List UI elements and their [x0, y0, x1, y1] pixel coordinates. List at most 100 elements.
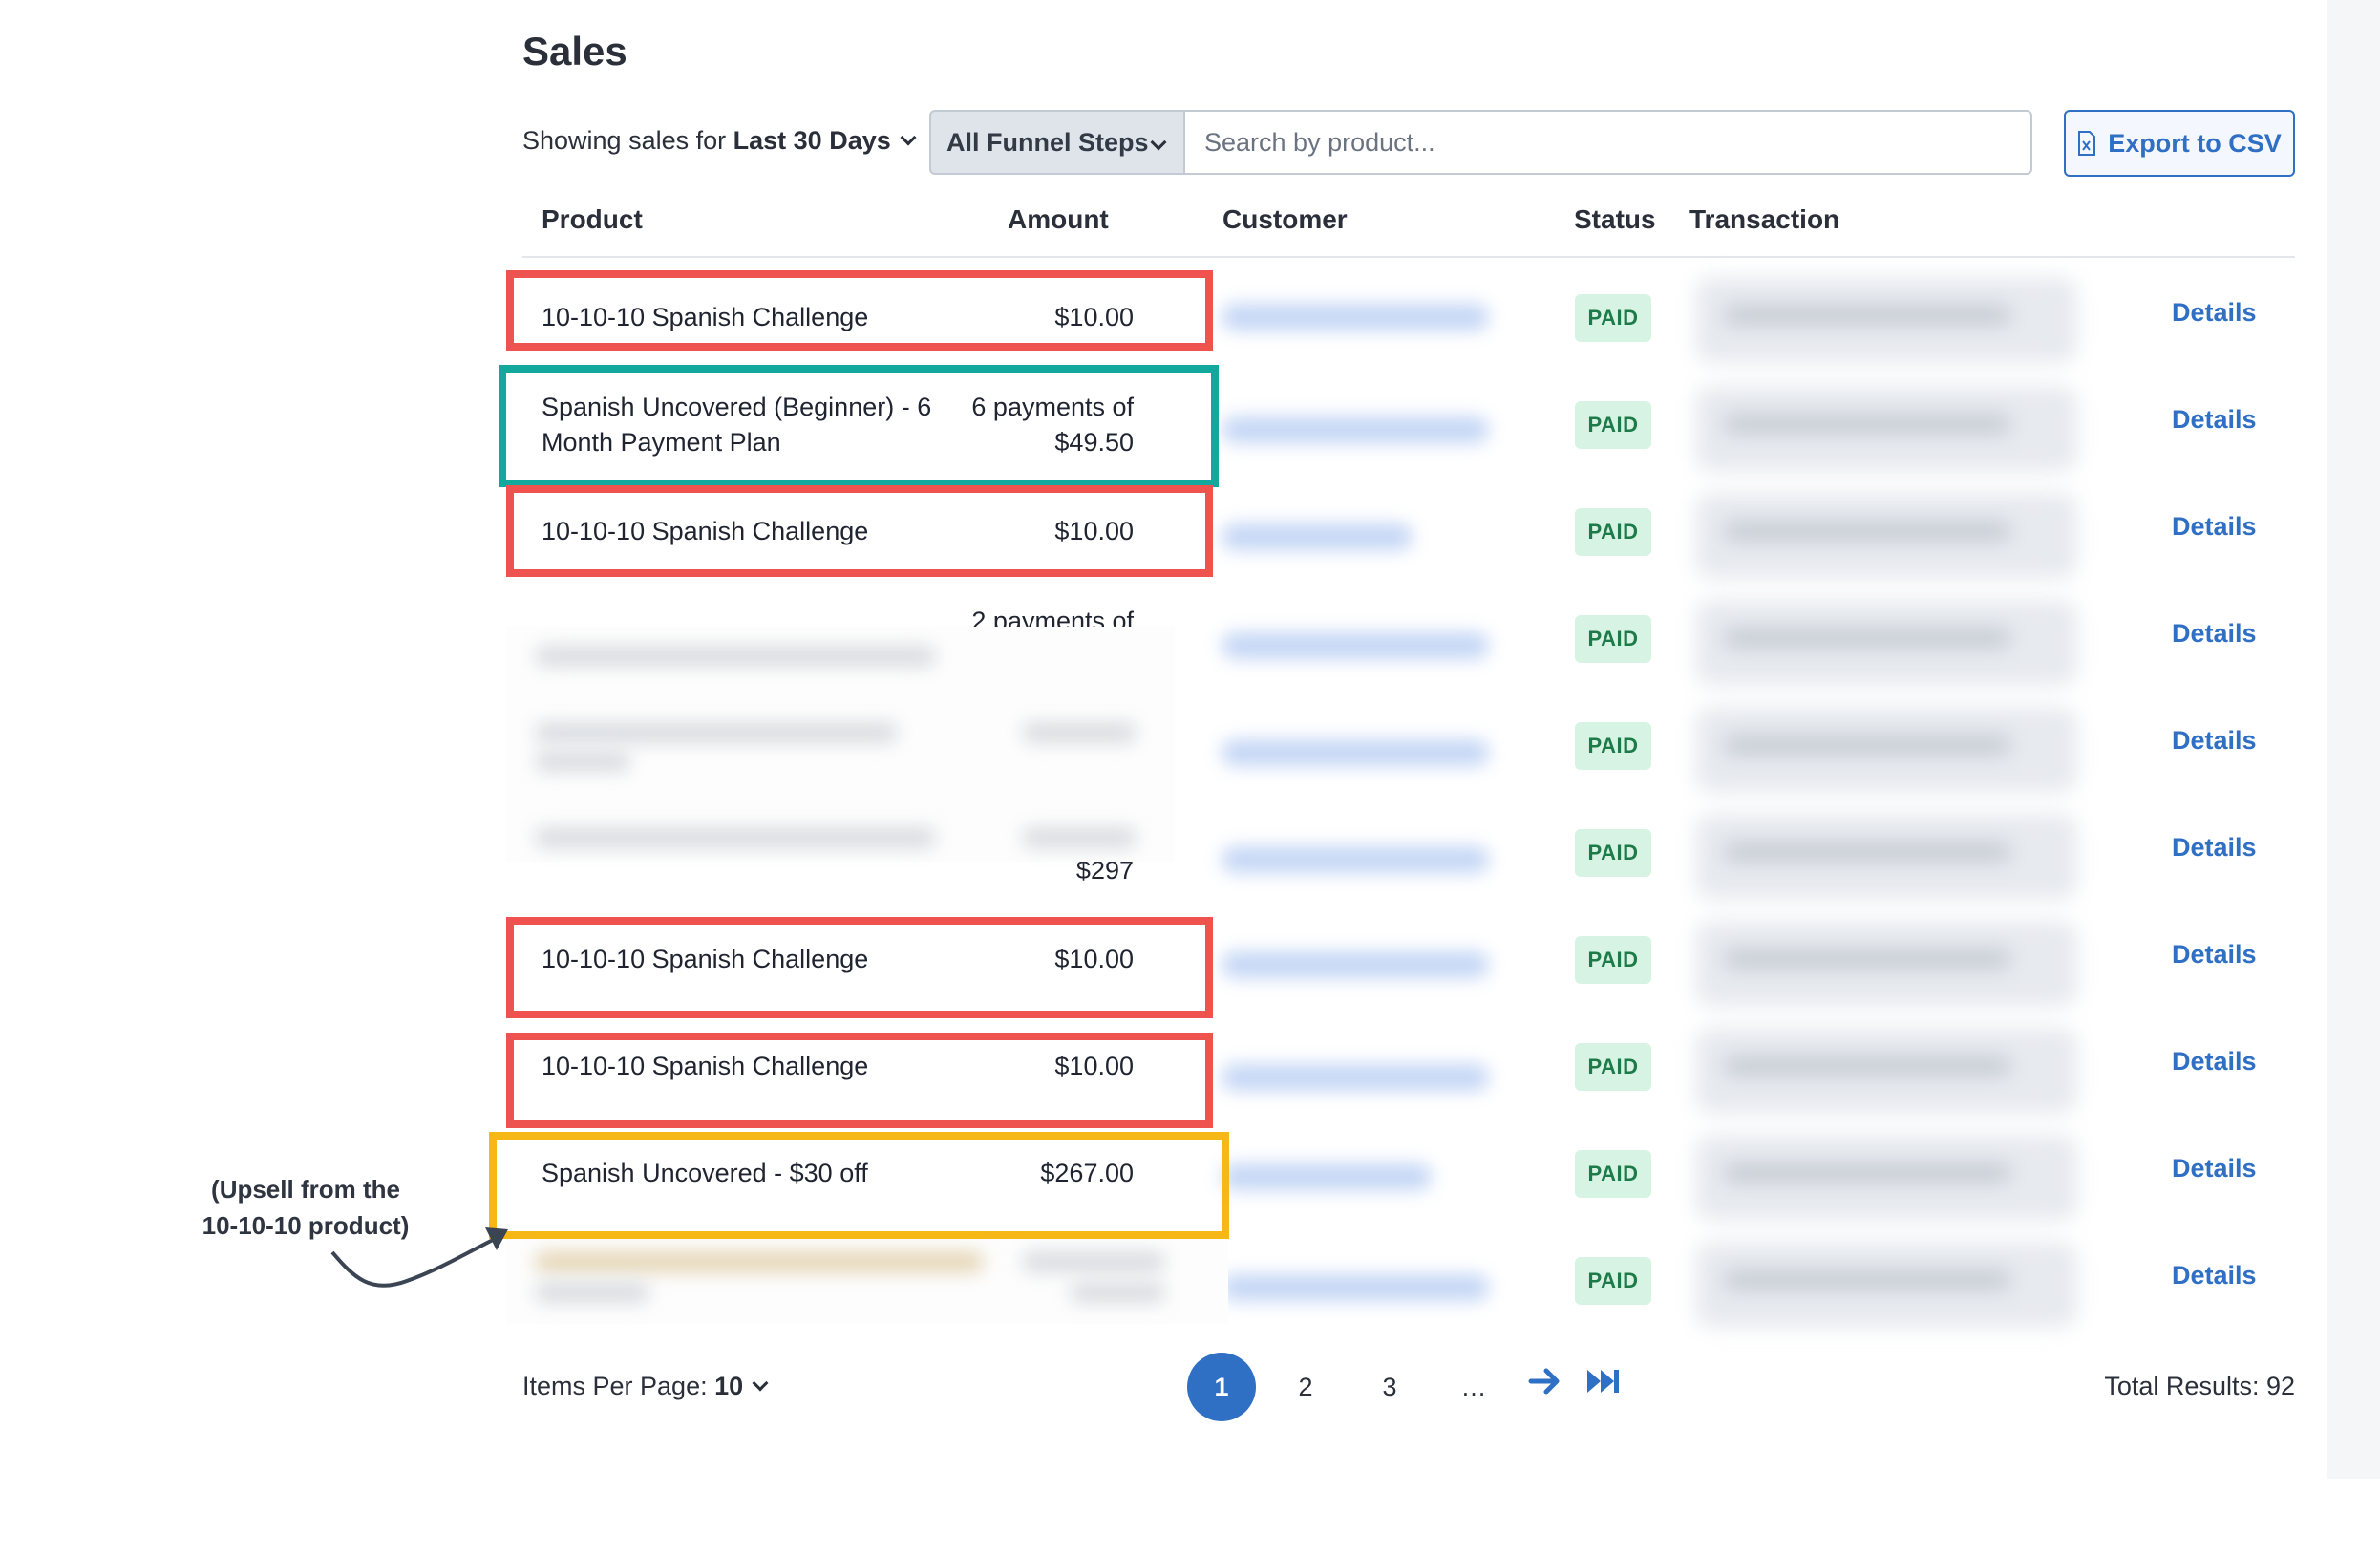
- annotation-arrow-icon: [330, 1227, 508, 1288]
- customer-redacted: [1222, 739, 1489, 766]
- header-amount[interactable]: Amount: [1008, 204, 1109, 235]
- status-badge: PAID: [1575, 1257, 1651, 1305]
- details-link[interactable]: Details: [2172, 1261, 2257, 1290]
- transaction-redacted: [1695, 1028, 2077, 1114]
- chevron-down-icon: [1150, 134, 1167, 151]
- redacted-text: [1022, 1251, 1165, 1272]
- items-per-page-value: 10: [714, 1372, 744, 1400]
- status-badge: PAID: [1575, 936, 1651, 984]
- redacted-text: [535, 1251, 984, 1272]
- redacted-text: [1022, 827, 1137, 848]
- funnel-steps-value: All Funnel Steps: [946, 127, 1149, 157]
- transaction-redacted: [1695, 386, 2077, 472]
- skip-to-end-icon[interactable]: [1584, 1362, 1623, 1400]
- export-csv-label: Export to CSV: [2108, 128, 2282, 158]
- customer-redacted: [1222, 846, 1489, 873]
- redacted-text: [1022, 722, 1137, 743]
- status-badge: PAID: [1575, 615, 1651, 663]
- redacted-text: [535, 1282, 649, 1303]
- customer-redacted: [1222, 304, 1489, 331]
- redacted-text: [1070, 1282, 1165, 1303]
- table-row[interactable]: Spanish Uncovered (Beginner) - 6 Month P…: [522, 380, 2295, 487]
- details-link[interactable]: Details: [2172, 1047, 2257, 1077]
- customer-redacted: [1222, 1163, 1432, 1190]
- transaction-redacted: [1695, 1135, 2077, 1221]
- customer-redacted: [1222, 1274, 1489, 1301]
- amount: $10.00: [1054, 517, 1134, 545]
- csv-file-icon: [2078, 131, 2096, 156]
- header-customer[interactable]: Customer: [1222, 204, 1348, 235]
- details-link[interactable]: Details: [2172, 940, 2257, 970]
- transaction-redacted: [1695, 493, 2077, 579]
- amount-line-2: $49.50: [1054, 428, 1134, 457]
- header-status[interactable]: Status: [1574, 204, 1656, 235]
- page-button-2[interactable]: 2: [1271, 1353, 1340, 1421]
- details-link[interactable]: Details: [2172, 833, 2257, 863]
- items-per-page-label: Items Per Page:: [522, 1372, 708, 1400]
- chevron-down-icon: [752, 1375, 769, 1392]
- redaction-overlay: [506, 627, 1175, 862]
- showing-prefix: Showing sales for: [522, 126, 727, 155]
- customer-redacted: [1222, 1064, 1489, 1091]
- page-ellipsis: …: [1460, 1372, 1487, 1401]
- funnel-steps-select[interactable]: All Funnel Steps: [929, 110, 1185, 175]
- details-link[interactable]: Details: [2172, 512, 2257, 542]
- page-title: Sales: [522, 29, 627, 74]
- items-per-page-selector[interactable]: Items Per Page: 10: [522, 1372, 769, 1401]
- amount-line-1: 6 payments of: [971, 393, 1134, 421]
- status-badge: PAID: [1575, 1150, 1651, 1198]
- transaction-redacted: [1695, 814, 2077, 900]
- transaction-redacted: [1695, 707, 2077, 793]
- details-link[interactable]: Details: [2172, 298, 2257, 328]
- export-csv-button[interactable]: Export to CSV: [2064, 110, 2295, 177]
- table-row[interactable]: Spanish Uncovered - $30 off $267.00 PAID…: [522, 1129, 2295, 1236]
- details-link[interactable]: Details: [2172, 619, 2257, 649]
- amount: 6 payments of $49.50: [924, 390, 1134, 460]
- details-link[interactable]: Details: [2172, 726, 2257, 756]
- arrow-right-icon[interactable]: [1525, 1362, 1563, 1400]
- redacted-text: [535, 751, 630, 772]
- total-results: Total Results: 92: [2104, 1372, 2295, 1400]
- transaction-redacted: [1695, 1242, 2077, 1328]
- status-badge: PAID: [1575, 1043, 1651, 1091]
- product-name: Spanish Uncovered (Beginner) - 6 Month P…: [542, 393, 932, 457]
- header-transaction[interactable]: Transaction: [1689, 204, 1839, 235]
- table-row[interactable]: 10-10-10 Spanish Challenge $10.00 PAID D…: [522, 915, 2295, 1022]
- customer-redacted: [1222, 951, 1489, 978]
- product-name: 10-10-10 Spanish Challenge: [542, 303, 869, 331]
- table-row[interactable]: 10-10-10 Spanish Challenge $10.00 PAID D…: [522, 487, 2295, 594]
- transaction-redacted: [1695, 277, 2077, 363]
- toolbar: Showing sales for Last 30 Days All Funne…: [522, 107, 2295, 178]
- product-name: 10-10-10 Spanish Challenge: [542, 1052, 869, 1080]
- amount: $267.00: [1040, 1159, 1134, 1187]
- date-range-value: Last 30 Days: [733, 126, 891, 155]
- transaction-redacted: [1695, 921, 2077, 1007]
- pagination-bar: Items Per Page: 10 1 2 3 … Total Results…: [522, 1353, 2295, 1423]
- product-name: Spanish Uncovered - $30 off: [542, 1159, 868, 1187]
- date-range-selector[interactable]: Showing sales for Last 30 Days: [522, 126, 917, 156]
- table-row[interactable]: 10-10-10 Spanish Challenge $10.00 PAID D…: [522, 1022, 2295, 1129]
- product-search-input[interactable]: [1185, 110, 2032, 175]
- status-badge: PAID: [1575, 722, 1651, 770]
- status-badge: PAID: [1575, 508, 1651, 556]
- amount: $10.00: [1054, 303, 1134, 331]
- chevron-down-icon: [900, 129, 917, 146]
- amount: $10.00: [1054, 1052, 1134, 1080]
- product-name: 10-10-10 Spanish Challenge: [542, 945, 869, 973]
- page-button-1[interactable]: 1: [1187, 1353, 1256, 1421]
- status-badge: PAID: [1575, 401, 1651, 449]
- details-link[interactable]: Details: [2172, 405, 2257, 435]
- table-header: Product Amount Customer Status Transacti…: [522, 199, 2295, 258]
- redacted-text: [535, 722, 898, 743]
- transaction-redacted: [1695, 600, 2077, 686]
- customer-redacted: [1222, 632, 1489, 659]
- customer-redacted: [1222, 523, 1413, 550]
- customer-redacted: [1222, 416, 1489, 443]
- status-badge: PAID: [1575, 294, 1651, 342]
- details-link[interactable]: Details: [2172, 1154, 2257, 1184]
- header-product[interactable]: Product: [542, 204, 643, 235]
- page-button-3[interactable]: 3: [1355, 1353, 1424, 1421]
- right-gutter: [2327, 0, 2380, 1479]
- table-row[interactable]: 10-10-10 Spanish Challenge $10.00 PAID D…: [522, 273, 2295, 380]
- product-name: 10-10-10 Spanish Challenge: [542, 517, 869, 545]
